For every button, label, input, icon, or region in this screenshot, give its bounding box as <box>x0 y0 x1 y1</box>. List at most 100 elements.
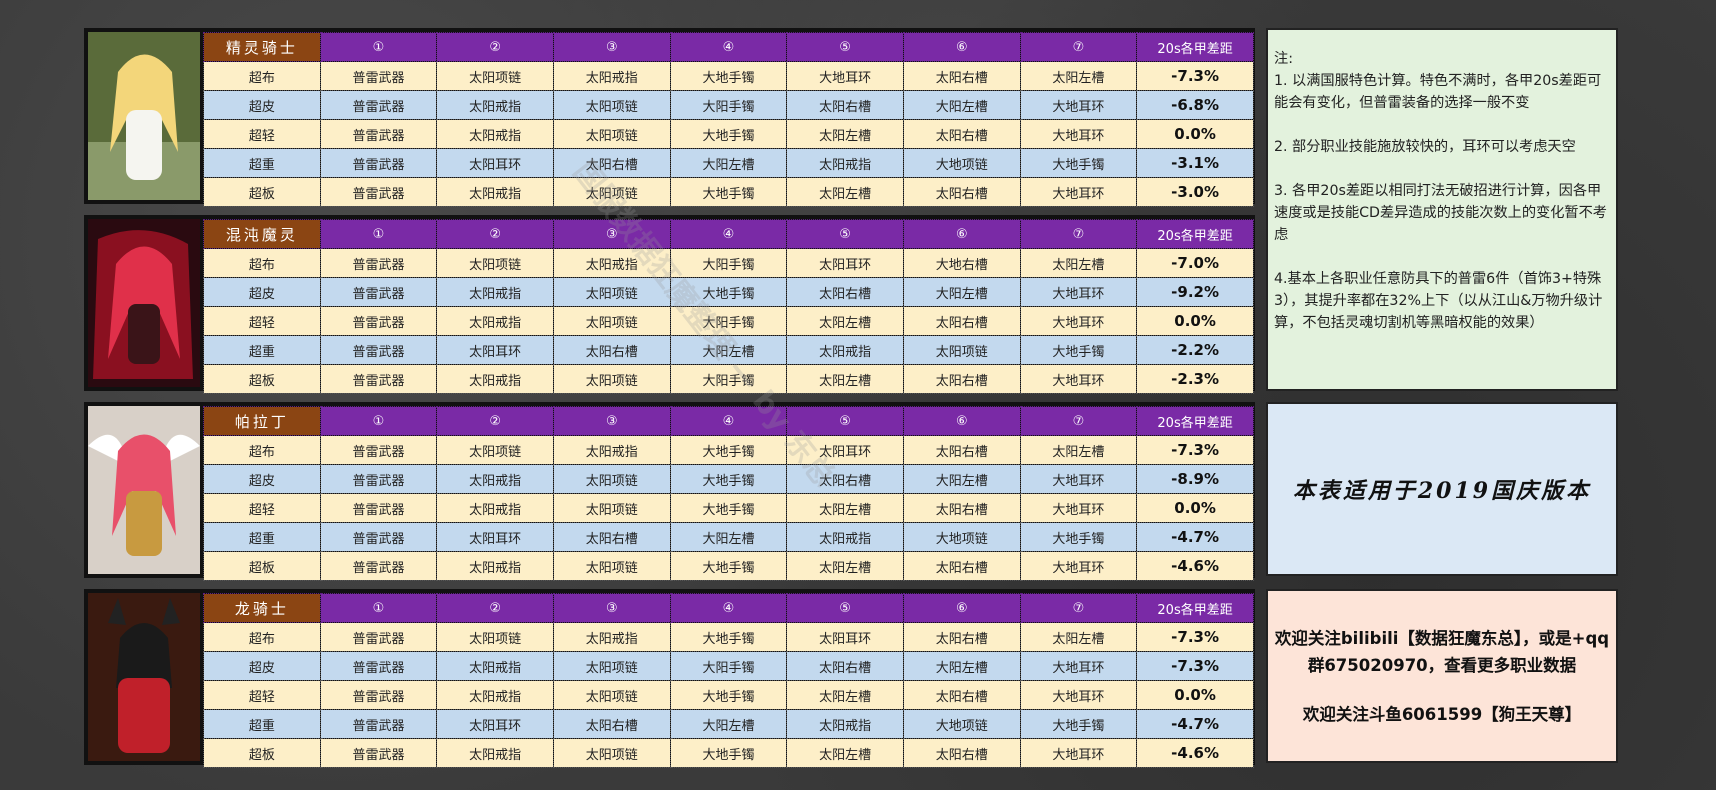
equipment-cell: 大阳左槽 <box>902 90 1021 120</box>
equipment-cell: 大地耳环 <box>1019 680 1138 710</box>
equipment-cell: 普雷武器 <box>319 277 438 307</box>
equipment-cell: 大地项链 <box>902 709 1021 739</box>
equipment-cell: 大地耳环 <box>1019 90 1138 120</box>
equipment-cell: 太阳项链 <box>552 177 671 207</box>
equipment-cell: 大阳左槽 <box>669 522 788 552</box>
equipment-cell: 太阳耳环 <box>436 522 554 552</box>
equipment-cell: 太阳项链 <box>552 738 671 768</box>
equipment-cell: 太阳戒指 <box>436 119 554 149</box>
diff-value: 0.0% <box>1136 119 1254 149</box>
equipment-cell: 太阳项链 <box>552 680 671 710</box>
equipment-cell: 太阳右槽 <box>552 522 671 552</box>
equipment-cell: 大地手镯 <box>669 119 788 149</box>
equipment-cell: 太阳耳环 <box>436 709 554 739</box>
equipment-cell: 普雷武器 <box>319 493 438 523</box>
equipment-cell: 太阳戒指 <box>436 364 554 394</box>
column-header: ② <box>436 219 554 249</box>
equipment-cell: 太阳右槽 <box>902 119 1021 149</box>
equipment-cell: 大地手镯 <box>1019 709 1138 739</box>
table-row: 超皮 普雷武器 太阳戒指 太阳项链 大阳手镯 太阳右槽 大阳左槽 大地耳环 -7.3% <box>203 651 1254 681</box>
column-header: ② <box>436 32 554 62</box>
armor-type: 超重 <box>203 522 321 552</box>
column-header: ④ <box>669 406 788 436</box>
column-header: ⑥ <box>902 32 1021 62</box>
equipment-cell: 普雷武器 <box>319 177 438 207</box>
equipment-cell: 太阳耳环 <box>436 335 554 365</box>
equipment-cell: 太阳右槽 <box>786 90 904 120</box>
table-row: 超轻 普雷武器 太阳戒指 太阳项链 大地手镯 太阳左槽 太阳右槽 大地耳环 0.0% <box>203 493 1254 523</box>
equipment-cell: 普雷武器 <box>319 61 438 91</box>
column-header: ⑦ <box>1019 406 1138 436</box>
diff-value: -4.7% <box>1136 522 1254 552</box>
equipment-cell: 大地耳环 <box>1019 551 1138 581</box>
table-row: 超布 普雷武器 太阳项链 太阳戒指 大地手镯 太阳耳环 太阳右槽 太阳左槽 -7.3% <box>203 622 1254 652</box>
column-header: ④ <box>669 219 788 249</box>
equipment-cell: 大阳手镯 <box>669 364 788 394</box>
diff-value: 0.0% <box>1136 306 1254 336</box>
equipment-cell: 太阳戒指 <box>436 306 554 336</box>
column-header: ⑥ <box>902 219 1021 249</box>
diff-value: -3.1% <box>1136 148 1254 178</box>
table-row: 超板 普雷武器 太阳戒指 太阳项链 大地手镯 太阳左槽 太阳右槽 大地耳环 -4.6% <box>203 551 1254 581</box>
equipment-cell: 大地耳环 <box>1019 464 1138 494</box>
equipment-cell: 太阳戒指 <box>436 680 554 710</box>
equipment-cell: 太阳项链 <box>436 435 554 465</box>
equipment-cell: 大地耳环 <box>1019 493 1138 523</box>
table-row: 超重 普雷武器 太阳耳环 太阳右槽 大阳左槽 太阳戒指 大地项链 大地手镯 -4.7% <box>203 522 1254 552</box>
column-header: ① <box>319 406 438 436</box>
equipment-cell: 普雷武器 <box>319 622 438 652</box>
class-name: 帕拉丁 <box>203 406 321 436</box>
equipment-cell: 大地耳环 <box>1019 177 1138 207</box>
armor-type: 超皮 <box>203 651 321 681</box>
diff-value: -4.6% <box>1136 551 1254 581</box>
note-item: 4.基本上各职业任意防具下的普雷6件（首饰3+特殊3），其提升率都在32%上下（… <box>1274 271 1603 331</box>
class-name: 混沌魔灵 <box>203 219 321 249</box>
class-table: 龙骑士 ① ② ③ ④ ⑤ ⑥ ⑦ 20s各甲差距 超布 普雷武器 太阳项链 太阳戒指 大地手镯 太阳耳环太… <box>203 593 1254 768</box>
diff-value: -4.6% <box>1136 738 1254 768</box>
armor-type: 超板 <box>203 177 321 207</box>
equipment-cell: 太阳戒指 <box>436 177 554 207</box>
column-header: ③ <box>552 593 671 623</box>
table-row: 超皮 普雷武器 太阳戒指 太阳项链 大地手镯 太阳右槽 大阳左槽 大地耳环 -8.9% <box>203 464 1254 494</box>
equipment-cell: 太阳戒指 <box>786 709 904 739</box>
class-block-chaos: 混沌魔灵 ① ② ③ ④ ⑤ ⑥ ⑦ 20s各甲差距 超布 普雷武器 太阳项链 太阳戒指 大阳手镯 太阳耳环… <box>84 215 1255 394</box>
equipment-cell: 大地手镯 <box>669 177 788 207</box>
table-row: 超板 普雷武器 太阳戒指 太阳项链 大阳手镯 太阳左槽 太阳右槽 大地耳环 -2.3% <box>203 364 1254 394</box>
equipment-cell: 大地耳环 <box>786 61 904 91</box>
equipment-cell: 太阳戒指 <box>552 248 671 278</box>
equipment-cell: 太阳项链 <box>552 651 671 681</box>
equipment-cell: 大地耳环 <box>1019 364 1138 394</box>
equipment-cell: 大地耳环 <box>1019 277 1138 307</box>
column-header: ⑤ <box>786 219 904 249</box>
column-header: ⑤ <box>786 593 904 623</box>
equipment-cell: 太阳戒指 <box>436 90 554 120</box>
equipment-cell: 太阳戒指 <box>552 435 671 465</box>
equipment-cell: 太阳左槽 <box>1019 435 1138 465</box>
armor-type: 超重 <box>203 335 321 365</box>
equipment-cell: 太阳右槽 <box>552 709 671 739</box>
equipment-cell: 大地手镯 <box>669 680 788 710</box>
equipment-cell: 大地耳环 <box>1019 119 1138 149</box>
equipment-cell: 太阳戒指 <box>786 335 904 365</box>
equipment-cell: 普雷武器 <box>319 364 438 394</box>
equipment-cell: 太阳项链 <box>552 551 671 581</box>
table-row: 超重 普雷武器 太阳耳环 太阳右槽 大阳左槽 太阳戒指 大地项链 大地手镯 -3.1% <box>203 148 1254 178</box>
equipment-cell: 大阳左槽 <box>669 709 788 739</box>
column-header: ③ <box>552 406 671 436</box>
portrait-image <box>88 593 200 761</box>
equipment-cell: 普雷武器 <box>319 119 438 149</box>
armor-type: 超板 <box>203 738 321 768</box>
equipment-cell: 普雷武器 <box>319 522 438 552</box>
column-header: ③ <box>552 219 671 249</box>
equipment-cell: 普雷武器 <box>319 709 438 739</box>
table-header-row: 龙骑士 ① ② ③ ④ ⑤ ⑥ ⑦ 20s各甲差距 <box>203 593 1254 623</box>
version-panel: 本表适用于2019国庆版本 <box>1266 402 1618 576</box>
diff-value: -8.9% <box>1136 464 1254 494</box>
diff-value: -7.3% <box>1136 622 1254 652</box>
equipment-cell: 太阳右槽 <box>902 738 1021 768</box>
armor-type: 超皮 <box>203 90 321 120</box>
equipment-cell: 太阳耳环 <box>786 622 904 652</box>
equipment-cell: 大地项链 <box>902 522 1021 552</box>
equipment-cell: 大地右槽 <box>902 248 1021 278</box>
armor-type: 超布 <box>203 622 321 652</box>
